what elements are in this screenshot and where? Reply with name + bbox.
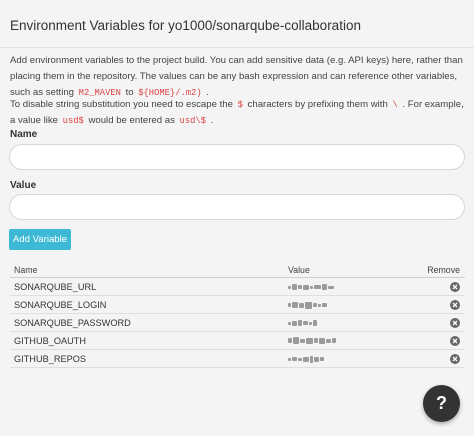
masked-value-glyphs [288,300,327,310]
variable-name: GITHUB_REPOS [14,353,86,364]
variable-name: SONARQUBE_LOGIN [14,299,107,310]
env-vars-page: Environment Variables for yo1000/sonarqu… [0,0,474,436]
code-backslash: \ [392,100,398,110]
value-field-wrapper [9,194,465,220]
help-button[interactable]: ? [423,385,460,422]
masked-value [288,317,415,329]
page-title: Environment Variables for yo1000/sonarqu… [10,18,361,33]
header-name: Name [14,264,38,275]
masked-value-glyphs [288,336,336,346]
env-vars-table: Name Value Remove SONARQUBE_URL SONARQUB… [10,262,465,368]
variable-name: SONARQUBE_PASSWORD [14,317,131,328]
variable-name: SONARQUBE_URL [14,281,97,292]
table-header: Name Value Remove [10,262,465,278]
description-paragraph-2: To disable string substitution you need … [10,99,464,126]
question-icon: ? [436,393,447,413]
table-row: SONARQUBE_URL [10,278,465,296]
close-circle-icon[interactable] [450,335,460,346]
variable-name: GITHUB_OAUTH [14,335,86,346]
masked-value [288,299,415,310]
name-input[interactable] [10,145,464,169]
value-input[interactable] [10,195,464,219]
masked-value-glyphs [288,354,324,364]
close-circle-icon[interactable] [450,317,460,328]
close-circle-icon[interactable] [450,353,460,364]
value-label: Value [10,180,37,191]
close-circle-icon[interactable] [450,281,460,292]
add-variable-button[interactable]: Add Variable [9,229,71,250]
masked-value-glyphs [288,282,334,292]
header-remove: Remove [427,264,460,275]
masked-value-glyphs [288,318,317,328]
close-circle-icon[interactable] [450,299,460,310]
masked-value [288,353,415,365]
masked-value [288,335,415,346]
page-header: Environment Variables for yo1000/sonarqu… [0,0,474,48]
name-label: Name [10,129,38,140]
table-row: GITHUB_OAUTH [10,332,465,350]
masked-value [288,281,415,293]
table-row: SONARQUBE_LOGIN [10,296,465,314]
code-usd-escaped: usd\$ [179,116,206,126]
table-row: GITHUB_REPOS [10,350,465,368]
code-dollar: $ [237,100,243,110]
name-field-wrapper [9,144,465,170]
code-usd: usd$ [62,116,84,126]
description-paragraph-1: Add environment variables to the project… [10,55,463,98]
table-row: SONARQUBE_PASSWORD [10,314,465,332]
header-value: Value [288,264,310,275]
